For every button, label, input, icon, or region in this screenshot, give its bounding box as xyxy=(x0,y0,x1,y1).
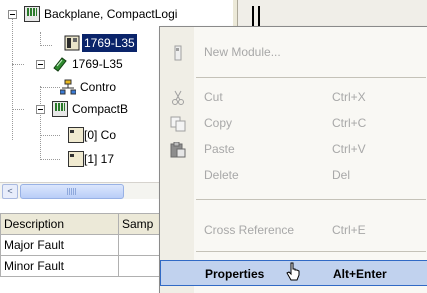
column-header-description[interactable]: Description xyxy=(0,213,119,235)
menu-separator xyxy=(196,199,426,200)
menu-item-shortcut: Alt+Enter xyxy=(333,267,387,281)
tree-line xyxy=(40,86,41,160)
tree-line xyxy=(12,14,13,140)
menu-item-label: Copy xyxy=(204,116,233,130)
rack-icon xyxy=(52,101,68,117)
scissors-icon xyxy=(170,89,186,105)
tree-item-label: [1] 17 xyxy=(84,152,115,166)
chevron-left-icon: < xyxy=(7,186,13,196)
tree-item-label: [0] Co xyxy=(84,128,117,142)
menu-item-label: Paste xyxy=(204,142,235,156)
context-menu: New Module... Cut Ctrl+X Copy Ctrl+C Pas… xyxy=(159,26,427,293)
menu-item-delete[interactable]: Delete Del xyxy=(160,162,427,188)
menu-item-label: Properties xyxy=(205,267,265,281)
menu-item-shortcut: Del xyxy=(332,168,351,182)
menu-separator xyxy=(196,77,426,78)
collapse-toggle[interactable] xyxy=(36,105,45,114)
menu-item-shortcut: Ctrl+X xyxy=(332,90,366,104)
tree-item-label: 1769-L35 xyxy=(82,34,137,52)
ethernet-module-icon xyxy=(52,56,68,72)
scroll-thumb[interactable] xyxy=(20,184,124,199)
tree-item-label: Backplane, CompactLogi xyxy=(44,7,178,21)
menu-item-copy[interactable]: Copy Ctrl+C xyxy=(160,110,427,136)
menu-item-label: Cross Reference xyxy=(204,223,295,237)
hand-cursor-icon xyxy=(286,262,300,281)
tree-item-label: 1769-L35 xyxy=(72,57,123,71)
table-cell: Minor Fault xyxy=(0,255,119,277)
tree-line xyxy=(40,87,60,88)
tree-line xyxy=(12,64,24,65)
menu-item-label: Cut xyxy=(204,90,223,104)
tree-item-label: CompactB xyxy=(72,102,129,116)
tree-item-backplane[interactable]: Backplane, CompactLogi xyxy=(24,5,232,23)
tree-line xyxy=(40,45,52,46)
menu-item-shortcut: Ctrl+C xyxy=(332,116,367,130)
menu-item-label: New Module... xyxy=(204,45,281,59)
module-card-icon xyxy=(68,127,84,143)
paste-icon xyxy=(170,141,186,158)
tree-line xyxy=(40,135,60,136)
menu-item-label: Delete xyxy=(204,168,239,182)
grip-icon xyxy=(67,188,77,195)
table-cell: Major Fault xyxy=(0,234,119,256)
rack-icon xyxy=(24,6,40,22)
module-card-icon xyxy=(170,44,186,61)
network-icon xyxy=(60,79,77,95)
tree-line xyxy=(12,109,24,110)
menu-item-cross-reference[interactable]: Cross Reference Ctrl+E xyxy=(160,217,427,243)
collapse-toggle[interactable] xyxy=(36,60,45,69)
menu-item-new-module[interactable]: New Module... xyxy=(160,39,427,65)
tree-line xyxy=(40,32,41,46)
tree-line xyxy=(40,159,60,160)
menu-item-paste[interactable]: Paste Ctrl+V xyxy=(160,136,427,162)
menu-separator xyxy=(196,251,426,252)
copy-icon xyxy=(170,115,186,132)
menu-item-shortcut: Ctrl+V xyxy=(332,142,366,156)
menu-item-shortcut: Ctrl+E xyxy=(332,223,366,237)
menu-item-cut[interactable]: Cut Ctrl+X xyxy=(160,84,427,110)
controller-icon xyxy=(64,35,80,51)
tree-item-label: Contro xyxy=(80,80,117,94)
collapse-toggle[interactable] xyxy=(8,10,17,19)
module-card-icon xyxy=(68,151,84,167)
scroll-left-button[interactable]: < xyxy=(2,184,18,199)
